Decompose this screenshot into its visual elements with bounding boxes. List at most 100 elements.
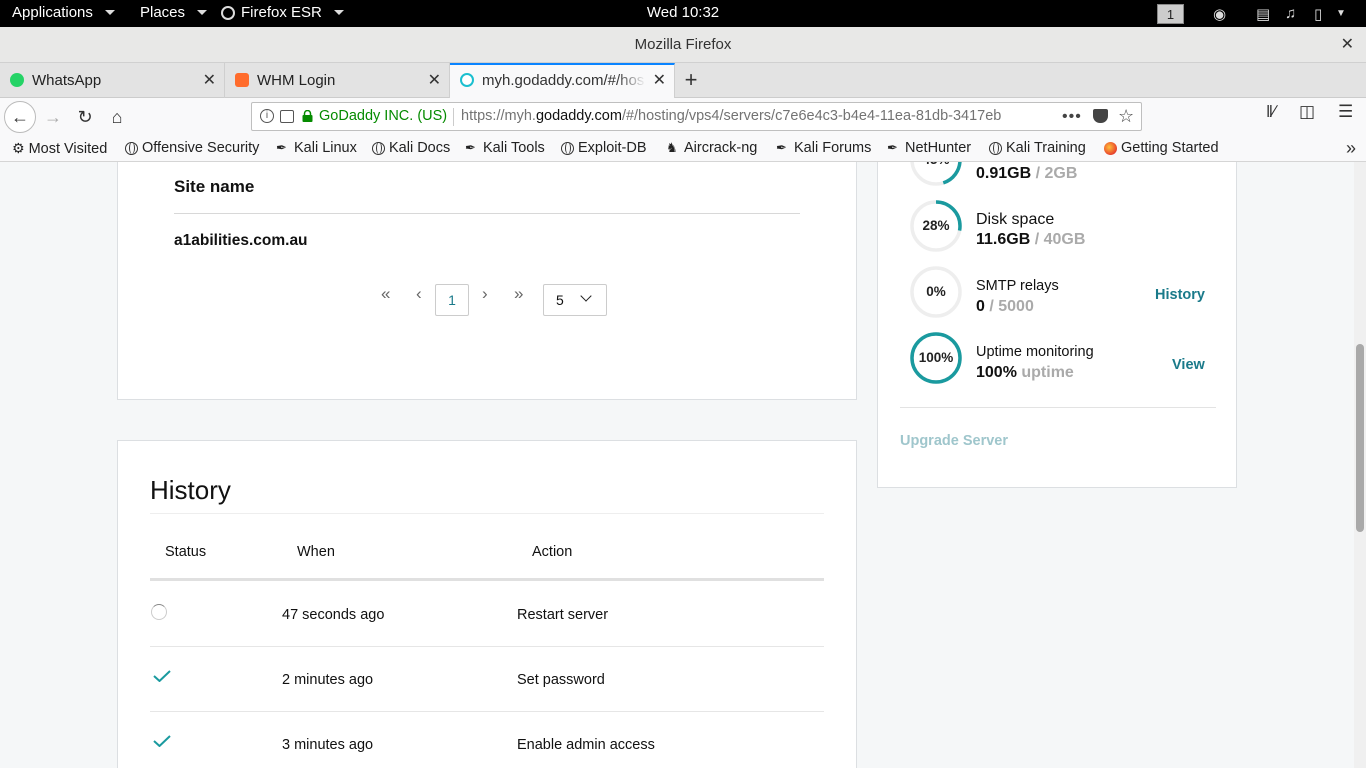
new-tab-button[interactable]: + <box>680 63 702 98</box>
bookmark-star-icon[interactable]: ☆ <box>1118 103 1134 130</box>
page-scrollbar[interactable] <box>1354 162 1366 768</box>
prev-page-button[interactable]: ‹ <box>416 284 422 304</box>
bookmark-offensive-security[interactable]: Offensive Security <box>125 140 259 156</box>
page-actions-icon[interactable]: ••• <box>1062 103 1082 130</box>
bookmark-label: Getting Started <box>1121 140 1219 156</box>
network-icon[interactable]: ▤ <box>1256 5 1270 23</box>
tab-strip: WhatsApp ✕ WHM Login ✕ myh.godaddy.com/#… <box>0 63 1366 98</box>
camera-icon[interactable]: ◉ <box>1213 5 1226 23</box>
url-domain: godaddy.com <box>535 108 622 124</box>
history-when: 47 seconds ago <box>282 607 385 623</box>
site-identity[interactable]: GoDaddy INC. (US) <box>319 103 447 130</box>
history-action: Enable admin access <box>517 737 655 753</box>
kali-icon: ✒ <box>276 140 287 155</box>
per-page-select[interactable]: 5 <box>543 284 607 316</box>
tab-whm-login[interactable]: WHM Login ✕ <box>225 63 450 98</box>
url-prefix: https://myh. <box>461 108 536 124</box>
action-column-header: Action <box>532 544 573 560</box>
hamburger-menu-icon[interactable]: ☰ <box>1338 102 1353 122</box>
history-when: 2 minutes ago <box>282 672 374 688</box>
bookmark-aircrack-ng[interactable]: ♞ Aircrack-ng <box>666 140 757 156</box>
sites-card: Site name a1abilities.com.au « ‹ 1 › » 5 <box>117 162 857 400</box>
used-value: 0 <box>976 298 985 315</box>
tab-godaddy[interactable]: myh.godaddy.com/#/hos ✕ <box>450 63 675 98</box>
bookmark-kali-tools[interactable]: ✒ Kali Tools <box>465 140 545 156</box>
disk-label: Disk space <box>976 211 1055 228</box>
workspace-indicator[interactable]: 1 <box>1157 4 1184 24</box>
last-page-button[interactable]: » <box>514 284 523 304</box>
window-title: Mozilla Firefox <box>634 36 732 53</box>
home-button[interactable]: ⌂ <box>102 102 132 132</box>
pocket-icon[interactable] <box>1093 109 1108 123</box>
bookmark-label: Kali Docs <box>389 140 451 156</box>
bookmark-exploit-db[interactable]: Exploit-DB <box>561 140 647 156</box>
tab-label-fade <box>616 65 646 98</box>
gauge-percent: 45% <box>909 162 963 187</box>
bookmark-kali-linux[interactable]: ✒ Kali Linux <box>276 140 357 156</box>
bookmark-label: Kali Tools <box>483 140 545 156</box>
sidebar-icon[interactable]: ◫ <box>1299 102 1315 122</box>
tab-whatsapp[interactable]: WhatsApp ✕ <box>0 63 225 98</box>
used-value: 0.91GB <box>976 165 1032 182</box>
permissions-icon[interactable] <box>280 110 294 123</box>
memory-value: 0.91GB / 2GB <box>976 165 1077 183</box>
godaddy-icon <box>460 73 474 87</box>
close-tab-icon[interactable]: ✕ <box>428 63 441 98</box>
tab-label: WHM Login <box>257 72 336 89</box>
forward-button[interactable]: → <box>38 102 68 132</box>
next-page-button[interactable]: › <box>482 284 488 304</box>
first-page-button[interactable]: « <box>381 284 390 304</box>
back-button[interactable]: ← <box>4 101 36 133</box>
url-path: /#/hosting/vps4/servers/c7e6e4c3-b4e4-11… <box>621 108 1002 124</box>
upgrade-server-button[interactable]: Upgrade Server <box>900 433 1008 449</box>
battery-icon[interactable]: ▯ <box>1314 5 1322 23</box>
reload-button[interactable]: ↻ <box>70 102 100 132</box>
status-column-header: Status <box>165 544 207 560</box>
tab-label: WhatsApp <box>32 72 102 89</box>
per-page-value: 5 <box>556 292 564 308</box>
bookmark-label: Offensive Security <box>142 140 260 156</box>
when-column-header: When <box>297 544 335 560</box>
usage-card: 45% 0.91GB / 2GB 28% Disk space 11.6GB /… <box>877 162 1237 488</box>
bookmark-label: Most Visited <box>28 140 108 157</box>
system-top-bar: Applications Places Firefox ESR Wed 10:3… <box>0 0 1366 27</box>
gauge-percent: 0% <box>926 284 946 299</box>
cpanel-icon <box>235 73 249 87</box>
close-tab-icon[interactable]: ✕ <box>653 65 666 96</box>
memory-gauge: 45% <box>909 162 963 187</box>
globe-icon <box>989 141 1002 155</box>
checkmark-icon <box>153 735 171 747</box>
history-row: 2 minutes ago Set password <box>150 647 824 712</box>
kali-icon: ✒ <box>465 140 476 155</box>
power-menu-chevron-icon[interactable]: ▼ <box>1336 8 1346 19</box>
close-tab-icon[interactable]: ✕ <box>203 63 216 98</box>
bookmark-getting-started[interactable]: Getting Started <box>1104 140 1219 156</box>
total-value: / 40GB <box>1030 231 1086 248</box>
kali-icon: ✒ <box>887 140 898 155</box>
close-window-icon[interactable]: ✕ <box>1341 27 1354 63</box>
library-icon[interactable]: ‖∕ <box>1266 102 1276 122</box>
bookmark-kali-forums[interactable]: ✒ Kali Forums <box>776 140 871 156</box>
bookmark-most-visited[interactable]: ⚙ Most Visited <box>12 140 107 157</box>
info-icon[interactable]: i <box>260 109 274 123</box>
used-value: 11.6GB <box>976 231 1031 248</box>
header-divider <box>150 578 824 581</box>
uptime-view-link[interactable]: View <box>1172 357 1205 373</box>
uptime-label: Uptime monitoring <box>976 344 1094 360</box>
volume-icon[interactable]: ♫ <box>1285 5 1296 22</box>
bookmark-kali-training[interactable]: Kali Training <box>989 140 1086 156</box>
bookmark-label: Kali Linux <box>294 140 357 156</box>
window-title-bar: Mozilla Firefox ✕ <box>0 27 1366 63</box>
history-title: History <box>150 475 231 505</box>
page-content: Site name a1abilities.com.au « ‹ 1 › » 5… <box>0 162 1354 768</box>
bookmark-kali-docs[interactable]: Kali Docs <box>372 140 450 156</box>
url-text[interactable]: https://myh.godaddy.com/#/hosting/vps4/s… <box>461 103 1031 130</box>
current-page-button[interactable]: 1 <box>435 284 469 316</box>
smtp-history-link[interactable]: History <box>1155 287 1205 303</box>
scrollbar-thumb[interactable] <box>1356 344 1364 532</box>
site-name-header: Site name <box>174 177 255 196</box>
bookmarks-overflow-icon[interactable]: » <box>1346 138 1356 159</box>
address-bar[interactable]: i GoDaddy INC. (US) https://myh.godaddy.… <box>251 102 1142 131</box>
total-value: uptime <box>1016 364 1074 381</box>
bookmark-nethunter[interactable]: ✒ NetHunter <box>887 140 971 156</box>
